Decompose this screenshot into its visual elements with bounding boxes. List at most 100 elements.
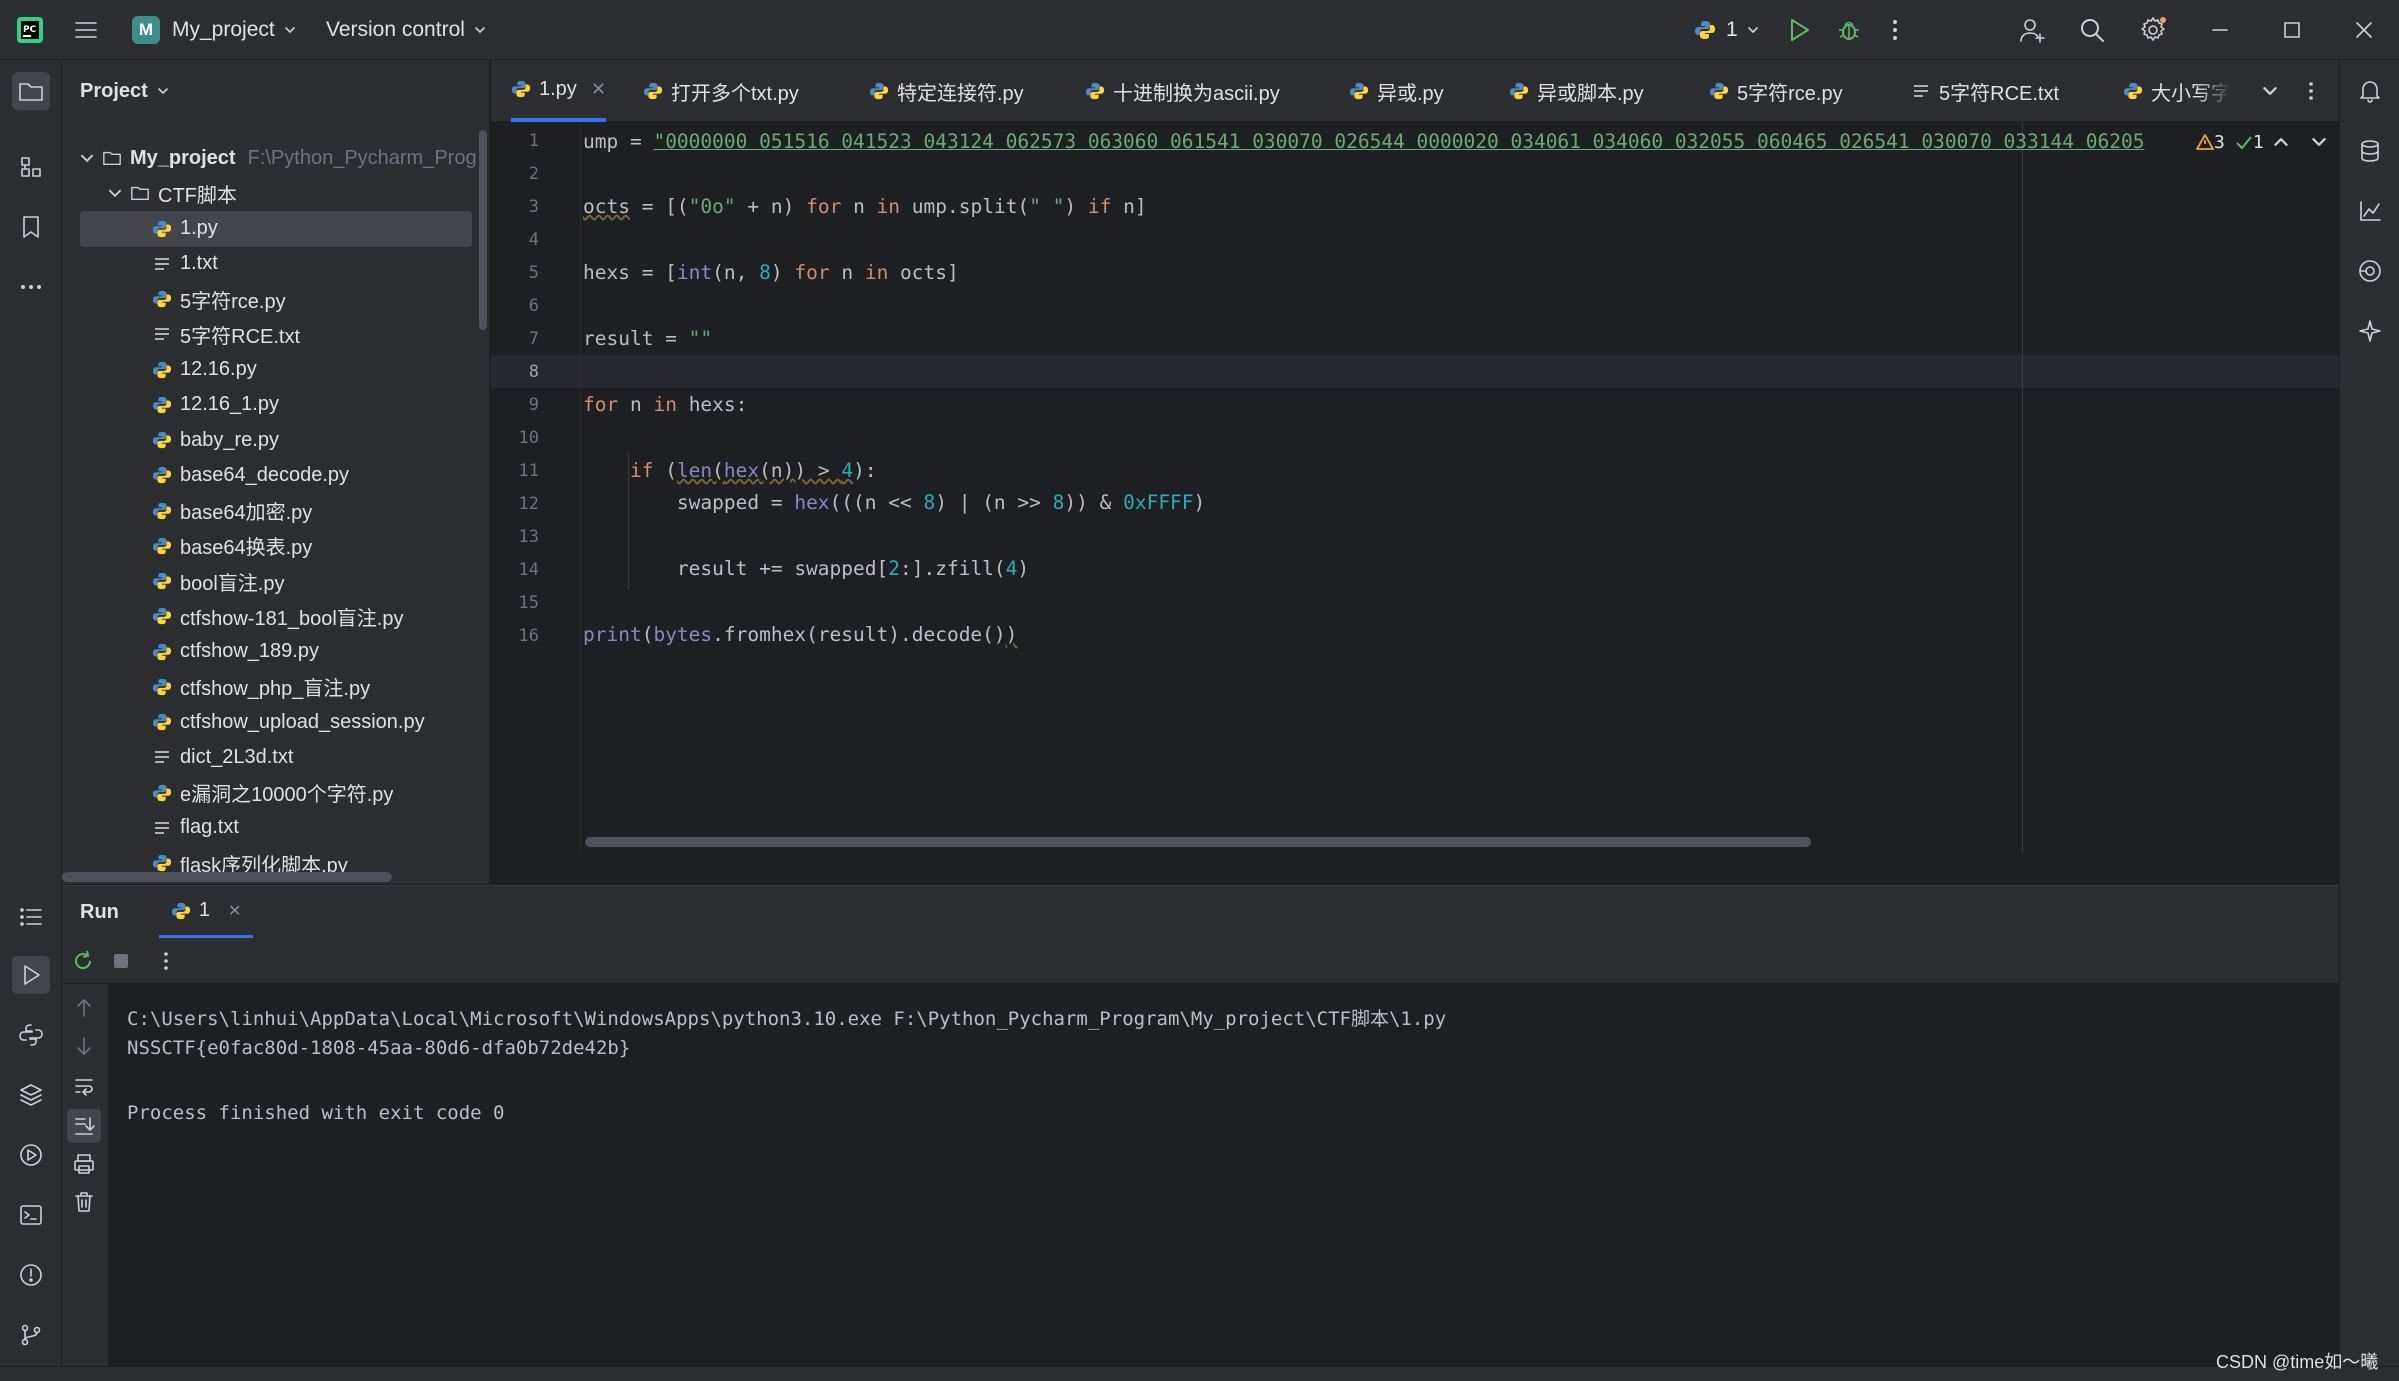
run-more-button[interactable] bbox=[162, 948, 170, 974]
services-tool-button[interactable] bbox=[12, 1136, 50, 1174]
chevron-up-icon[interactable] bbox=[2273, 135, 2288, 149]
clear-console-button[interactable] bbox=[72, 1190, 96, 1214]
scroll-down-button[interactable] bbox=[72, 1034, 96, 1058]
tab-list-dropdown[interactable] bbox=[2263, 60, 2277, 122]
tree-file[interactable]: base64加密.py bbox=[62, 493, 489, 529]
sparkle-icon bbox=[2359, 320, 2381, 342]
run-tool-button[interactable] bbox=[12, 956, 50, 994]
bookmarks-tool-button[interactable] bbox=[12, 208, 50, 246]
chevron-down-icon[interactable] bbox=[80, 151, 94, 165]
list-icon bbox=[20, 908, 42, 926]
editor-tab[interactable]: 5字符rce.py bbox=[1709, 60, 1843, 122]
stop-button[interactable] bbox=[108, 948, 134, 974]
tree-file[interactable]: 5字符rce.py bbox=[62, 281, 489, 317]
project-horizontal-scrollbar[interactable] bbox=[62, 872, 392, 882]
problems-tool-button[interactable] bbox=[12, 1256, 50, 1294]
project-tool-button[interactable] bbox=[12, 72, 50, 110]
soft-wrap-button[interactable] bbox=[72, 1074, 96, 1098]
tree-file[interactable]: 12.16.py bbox=[62, 352, 489, 388]
tree-file[interactable]: 1.txt bbox=[62, 246, 489, 282]
tree-file[interactable]: 12.16_1.py bbox=[62, 387, 489, 423]
tree-file[interactable]: flag.txt bbox=[62, 810, 489, 846]
tree-item-path: F:\Python_Pycharm_Prog bbox=[247, 146, 477, 169]
tree-file[interactable]: 5字符RCE.txt bbox=[62, 316, 489, 352]
ai-assistant-button[interactable] bbox=[2351, 312, 2389, 350]
main-menu-icon[interactable] bbox=[72, 0, 100, 60]
editor-tab[interactable]: 特定连接符.py bbox=[869, 60, 1024, 122]
scroll-to-end-button[interactable] bbox=[67, 1109, 101, 1143]
tree-item-label: ctfshow_189.py bbox=[180, 640, 319, 662]
line-number: 16 bbox=[518, 626, 539, 646]
tree-file[interactable]: ctfshow_php_盲注.py bbox=[62, 669, 489, 705]
settings-button[interactable] bbox=[2138, 0, 2168, 60]
tree-folder[interactable]: CTF脚本 bbox=[62, 175, 489, 211]
editor-tab[interactable]: 1.py ✕ bbox=[511, 60, 606, 122]
project-switcher[interactable]: M My_project bbox=[132, 0, 295, 60]
warnings-count: 3 bbox=[2214, 131, 2225, 153]
sciview-tool-button[interactable] bbox=[2351, 192, 2389, 230]
search-everywhere-button[interactable] bbox=[2078, 0, 2106, 60]
project-panel-header[interactable]: Project bbox=[80, 60, 168, 122]
tree-folder[interactable]: My_project F:\Python_Pycharm_Prog bbox=[62, 140, 489, 176]
coverage-tool-button[interactable] bbox=[2351, 252, 2389, 290]
editor-tab[interactable]: 打开多个txt.py bbox=[643, 60, 799, 122]
editor-horizontal-scrollbar[interactable] bbox=[585, 837, 1811, 847]
chevron-down-icon[interactable] bbox=[2311, 135, 2326, 149]
folder-icon bbox=[19, 83, 43, 101]
tree-file[interactable]: ctfshow_upload_session.py bbox=[62, 704, 489, 740]
minimize-button[interactable] bbox=[2208, 0, 2232, 60]
tree-file[interactable]: bool盲注.py bbox=[62, 563, 489, 599]
tree-file[interactable]: ctfshow_189.py bbox=[62, 634, 489, 670]
tree-file[interactable]: baby_re.py bbox=[62, 422, 489, 458]
title-bar: PC M My_project Version control 1 bbox=[0, 0, 2399, 60]
editor-tab[interactable]: 大小写字 bbox=[2123, 60, 2231, 122]
maximize-button[interactable] bbox=[2280, 0, 2304, 60]
tab-more-button[interactable] bbox=[2307, 60, 2315, 122]
database-tool-button[interactable] bbox=[2351, 132, 2389, 170]
terminal-tool-button[interactable] bbox=[12, 1196, 50, 1234]
tree-file[interactable]: base64_decode.py bbox=[62, 457, 489, 493]
print-icon bbox=[74, 1154, 94, 1174]
more-actions-button[interactable] bbox=[1890, 0, 1900, 60]
close-tab-icon[interactable]: ✕ bbox=[591, 79, 606, 100]
run-button[interactable] bbox=[1786, 0, 1812, 60]
todo-tool-button[interactable] bbox=[12, 898, 50, 936]
debug-button[interactable] bbox=[1836, 0, 1862, 60]
notifications-button[interactable] bbox=[2351, 72, 2389, 110]
editor-tab-label: 十进制换为ascii.py bbox=[1113, 82, 1280, 105]
tree-file[interactable]: e漏洞之10000个字符.py bbox=[62, 775, 489, 811]
editor-tab[interactable]: 异或脚本.py bbox=[1509, 60, 1644, 122]
scroll-up-button[interactable] bbox=[72, 996, 96, 1020]
run-config-selector[interactable]: 1 bbox=[1694, 0, 1758, 60]
project-panel: Project My_project F:\Python_Pycharm_Prog… bbox=[62, 60, 490, 884]
structure-tool-button[interactable] bbox=[12, 148, 50, 186]
chevron-down-icon[interactable] bbox=[108, 186, 122, 200]
project-vertical-scrollbar[interactable] bbox=[479, 130, 487, 330]
inspection-widget[interactable]: 3 1 bbox=[2188, 123, 2332, 161]
close-tab-icon[interactable]: ✕ bbox=[228, 901, 241, 921]
python-packages-tool-button[interactable] bbox=[12, 1016, 50, 1054]
code-line-9: for n in hexs: bbox=[583, 393, 748, 416]
more-tools-button[interactable] bbox=[12, 268, 50, 306]
code-with-me-button[interactable] bbox=[2018, 0, 2046, 60]
pycharm-logo-icon[interactable]: PC bbox=[16, 0, 44, 60]
close-window-button[interactable] bbox=[2352, 0, 2376, 60]
tree-file[interactable]: ctfshow-181_bool盲注.py bbox=[62, 598, 489, 634]
tree-file[interactable]: 1.py bbox=[80, 210, 472, 247]
editor-tab[interactable]: 5字符RCE.txt bbox=[1911, 60, 2059, 122]
tree-file[interactable]: dict_2L3d.txt bbox=[62, 739, 489, 775]
vcs-label: Version control bbox=[326, 18, 465, 41]
tree-item-label: 12.16.py bbox=[180, 358, 257, 380]
python-file-icon bbox=[643, 82, 663, 100]
editor-tab[interactable]: 异或.py bbox=[1349, 60, 1444, 122]
editor-tab[interactable]: 十进制换为ascii.py bbox=[1085, 60, 1280, 122]
git-tool-button[interactable] bbox=[12, 1316, 50, 1354]
warning-icon bbox=[2196, 134, 2214, 150]
layers-tool-button[interactable] bbox=[12, 1076, 50, 1114]
run-tab[interactable]: 1 ✕ bbox=[158, 886, 254, 938]
print-button[interactable] bbox=[72, 1152, 96, 1176]
version-control-menu[interactable]: Version control bbox=[326, 0, 485, 60]
rerun-button[interactable] bbox=[70, 948, 96, 974]
tree-file[interactable]: base64换表.py bbox=[62, 528, 489, 564]
code-editor[interactable]: 1 2 3 4 5 6 7 8 9 10 11 12 13 14 15 16 ump = "0000000 0… bbox=[491, 123, 2339, 853]
